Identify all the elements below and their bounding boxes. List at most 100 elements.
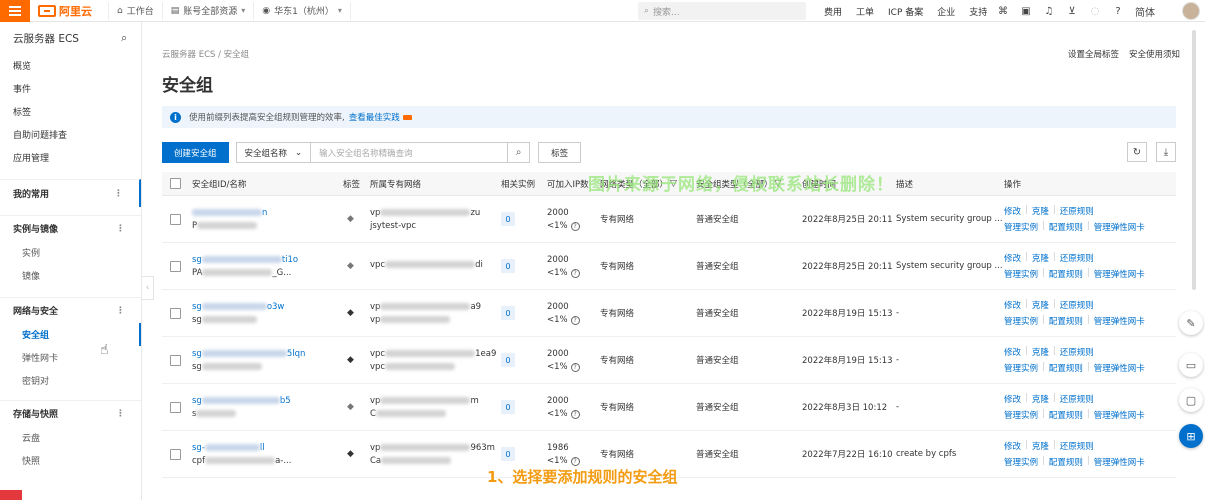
clone-link[interactable]: 克隆	[1032, 299, 1049, 311]
restore-rules-link[interactable]: 还原规则	[1060, 205, 1094, 217]
more-icon[interactable]: ⋮	[114, 189, 123, 199]
restore-rules-link[interactable]: 还原规则	[1060, 252, 1094, 264]
manage-eni-link[interactable]: 管理弹性网卡	[1094, 362, 1145, 374]
tag-icon[interactable]: ◆	[347, 261, 354, 271]
tag-icon[interactable]: ◆	[347, 355, 354, 365]
menu-icon[interactable]	[0, 0, 30, 22]
sg-id-link[interactable]: sg 5lqn	[192, 349, 305, 359]
help-icon[interactable]: ?	[570, 456, 580, 466]
sidebar-item-overview[interactable]: 概览	[0, 54, 141, 77]
terminal-icon[interactable]: ⌘	[997, 6, 1009, 17]
more-icon[interactable]: ⋮	[116, 224, 125, 234]
sidebar-item-disk[interactable]: 云盘	[0, 426, 141, 449]
clone-link[interactable]: 克隆	[1032, 205, 1049, 217]
security-group-search-input[interactable]: 输入安全组名称精确查询	[311, 142, 509, 163]
sidebar-item-instances[interactable]: 实例	[0, 241, 141, 264]
manage-instances-link[interactable]: 管理实例	[1004, 221, 1038, 233]
configure-rules-link[interactable]: 配置规则	[1049, 362, 1083, 374]
page-scrollbar[interactable]	[1192, 30, 1196, 290]
edit-link[interactable]: 修改	[1004, 252, 1021, 264]
row-checkbox[interactable]	[170, 260, 181, 272]
sidebar-item-tags[interactable]: 标签	[0, 100, 141, 123]
sidebar-group-instances[interactable]: 实例与镜像 ⋮	[0, 215, 141, 241]
table-row[interactable]: n P ◆ vp zu jsytest-vpc 0 2000 <1%? 专有网络 普通安全组 2022…	[162, 196, 1176, 243]
sidebar-item-eni[interactable]: 弹性网卡	[0, 346, 141, 369]
vpc-id[interactable]: vp 963m	[370, 443, 495, 453]
apps-icon[interactable]: ⊞	[1179, 424, 1203, 448]
link-icp[interactable]: ICP 备案	[888, 5, 923, 18]
row-checkbox[interactable]	[170, 213, 181, 225]
edit-icon[interactable]: ✎	[1179, 311, 1203, 335]
tag-filter-button[interactable]: 标签	[538, 142, 582, 163]
configure-rules-link[interactable]: 配置规则	[1049, 409, 1083, 421]
bulb-icon[interactable]: ◌	[1089, 6, 1101, 17]
manage-instances-link[interactable]: 管理实例	[1004, 362, 1038, 374]
row-checkbox[interactable]	[170, 401, 181, 413]
more-icon[interactable]: ⋮	[116, 306, 125, 316]
vpc-id[interactable]: vpc 1ea9	[370, 349, 496, 359]
sidebar-item-security-group[interactable]: 安全组	[0, 323, 141, 346]
edit-link[interactable]: 修改	[1004, 393, 1021, 405]
best-practice-link[interactable]: 查看最佳实践	[349, 111, 400, 123]
restore-rules-link[interactable]: 还原规则	[1060, 393, 1094, 405]
table-row[interactable]: sg b5 s ◆ vp m C 0 2000 <1%? 专有网络 普通安全组 2022年8月3日 10…	[162, 384, 1176, 431]
instance-count-badge[interactable]: 0	[501, 259, 515, 273]
create-security-group-button[interactable]: 创建安全组	[162, 142, 229, 163]
help-icon[interactable]: ?	[570, 315, 580, 325]
search-field-select[interactable]: 安全组名称 ⌄	[235, 142, 312, 163]
help-icon[interactable]: ?	[570, 409, 580, 419]
table-row[interactable]: sg ti1o PA _G... ◆ vpc di 0 2000 <1%? 专有网络 普通安全组 202…	[162, 243, 1176, 290]
row-checkbox[interactable]	[170, 448, 181, 460]
aliyun-logo[interactable]: 阿里云	[38, 3, 92, 19]
clone-link[interactable]: 克隆	[1032, 252, 1049, 264]
vpc-id[interactable]: vp a9	[370, 302, 481, 312]
sidebar-item-keypair[interactable]: 密钥对	[0, 369, 141, 392]
configure-rules-link[interactable]: 配置规则	[1049, 221, 1083, 233]
manage-instances-link[interactable]: 管理实例	[1004, 315, 1038, 327]
help-icon[interactable]: ?	[1112, 6, 1124, 17]
row-checkbox[interactable]	[170, 354, 181, 366]
link-ticket[interactable]: 工单	[856, 5, 874, 18]
table-row[interactable]: sg 5lqn sg ◆ vpc 1ea9 vpc 0 2000 <1%? 专有网络 普通安全组 202…	[162, 337, 1176, 384]
instance-count-badge[interactable]: 0	[501, 212, 515, 226]
bell-icon[interactable]: ♫	[1043, 6, 1055, 17]
chat-icon[interactable]: ▭	[1179, 353, 1203, 377]
manage-instances-link[interactable]: 管理实例	[1004, 268, 1038, 280]
edit-link[interactable]: 修改	[1004, 346, 1021, 358]
search-icon[interactable]: ⌕	[121, 32, 127, 45]
edit-link[interactable]: 修改	[1004, 440, 1021, 452]
manage-eni-link[interactable]: 管理弹性网卡	[1094, 456, 1145, 468]
vpc-id[interactable]: vp m	[370, 396, 479, 406]
select-all-checkbox[interactable]	[170, 178, 181, 189]
global-tag-link[interactable]: 设置全局标签	[1068, 48, 1119, 60]
link-support[interactable]: 支持	[969, 5, 987, 18]
configure-rules-link[interactable]: 配置规则	[1049, 456, 1083, 468]
image-icon[interactable]: ▣	[1020, 6, 1032, 17]
sidebar-item-snapshot[interactable]: 快照	[0, 449, 141, 472]
global-search-input[interactable]: ⌕ 搜索...	[638, 2, 806, 20]
help-icon[interactable]: ?	[570, 221, 580, 231]
manage-eni-link[interactable]: 管理弹性网卡	[1094, 221, 1145, 233]
avatar[interactable]	[1182, 2, 1200, 20]
link-cost[interactable]: 费用	[824, 5, 842, 18]
tag-icon[interactable]: ◆	[347, 402, 354, 412]
restore-rules-link[interactable]: 还原规则	[1060, 440, 1094, 452]
sidebar-group-network[interactable]: 网络与安全 ⋮	[0, 297, 141, 323]
sg-id-link[interactable]: sg-ll	[192, 443, 265, 453]
clone-link[interactable]: 克隆	[1032, 346, 1049, 358]
manage-instances-link[interactable]: 管理实例	[1004, 456, 1038, 468]
sidebar-item-images[interactable]: 镜像	[0, 264, 141, 287]
sidebar-item-events[interactable]: 事件	[0, 77, 141, 100]
instance-count-badge[interactable]: 0	[501, 447, 515, 461]
link-enterprise[interactable]: 企业	[937, 5, 955, 18]
edit-link[interactable]: 修改	[1004, 299, 1021, 311]
configure-rules-link[interactable]: 配置规则	[1049, 268, 1083, 280]
manage-eni-link[interactable]: 管理弹性网卡	[1094, 268, 1145, 280]
workbench-link[interactable]: ⌂ 工作台	[108, 1, 162, 20]
sg-id-link[interactable]: sg ti1o	[192, 255, 298, 265]
manage-instances-link[interactable]: 管理实例	[1004, 409, 1038, 421]
restore-rules-link[interactable]: 还原规则	[1060, 299, 1094, 311]
more-icon[interactable]: ⋮	[116, 409, 125, 419]
help-icon[interactable]: ?	[570, 268, 580, 278]
instance-count-badge[interactable]: 0	[501, 353, 515, 367]
